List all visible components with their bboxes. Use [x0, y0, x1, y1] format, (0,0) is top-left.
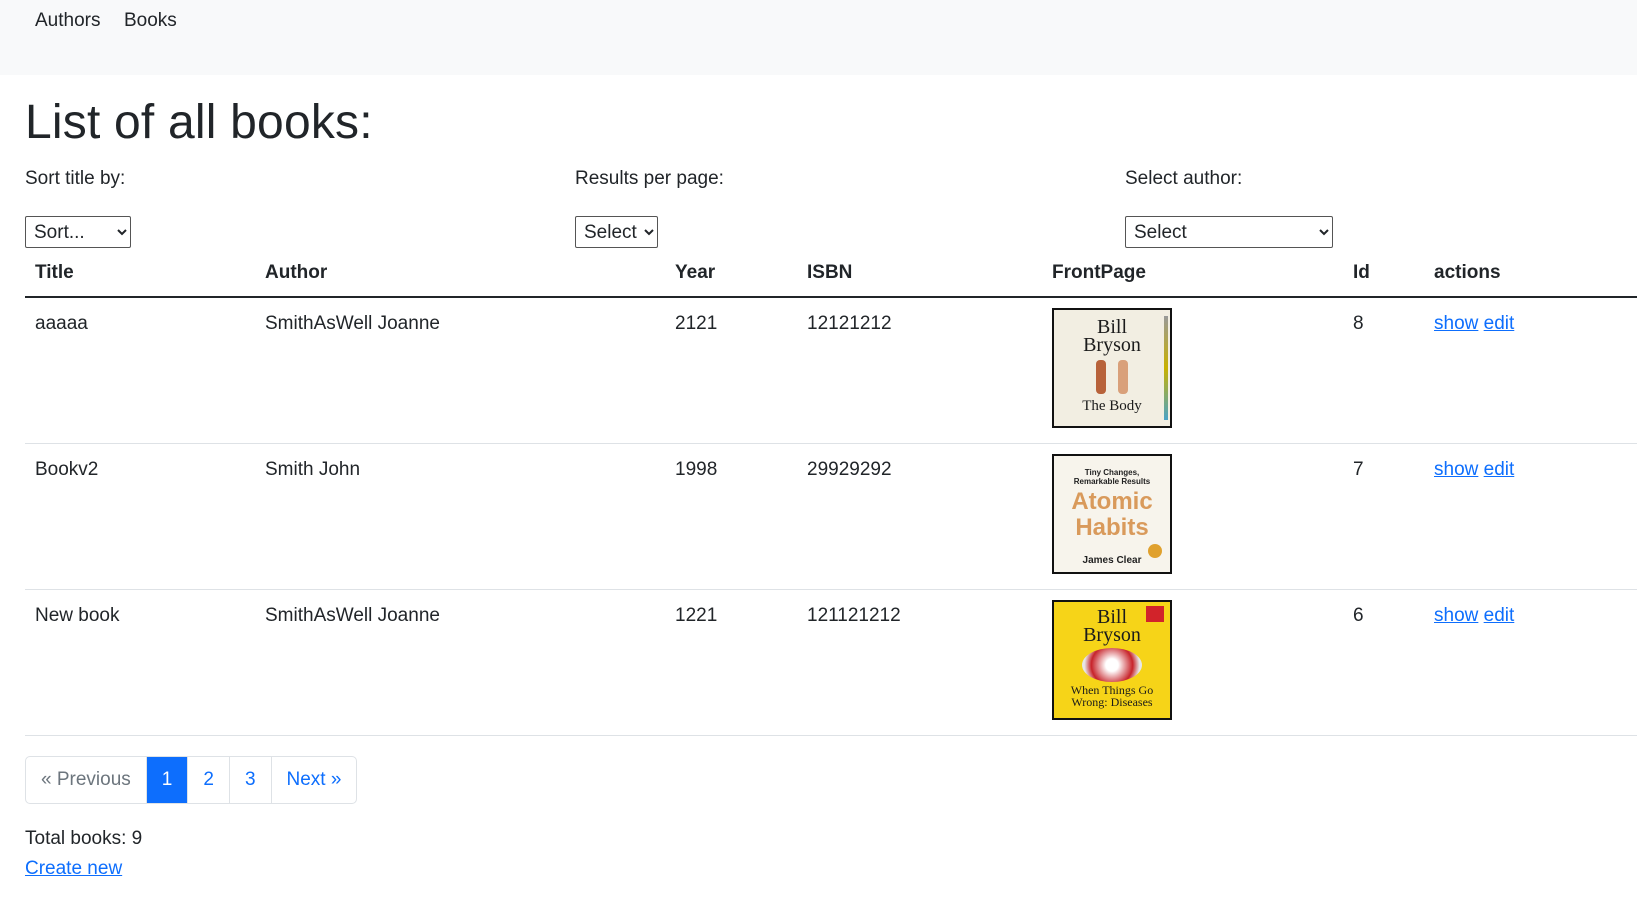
cell-isbn: 121121212 — [807, 605, 901, 626]
cover-title-second: Habits — [1075, 514, 1149, 541]
sort-label: Sort title by: — [25, 168, 126, 189]
edit-link[interactable]: edit — [1484, 313, 1515, 334]
page-3-button[interactable]: 3 — [230, 757, 272, 803]
show-link[interactable]: show — [1434, 459, 1478, 480]
row-divider — [25, 735, 1637, 736]
create-new-link[interactable]: Create new — [25, 858, 122, 880]
cover-author-last: Bryson — [1083, 624, 1141, 646]
cover-title: When Things Go Wrong: Diseases — [1070, 683, 1154, 709]
col-header-frontpage: FrontPage — [1052, 262, 1146, 283]
row-divider — [25, 443, 1637, 444]
show-link[interactable]: show — [1434, 313, 1478, 334]
per-page-select[interactable]: Select — [575, 216, 658, 248]
edit-link[interactable]: edit — [1484, 605, 1515, 626]
cover-author: James Clear — [1082, 555, 1142, 566]
author-select[interactable]: Select — [1125, 216, 1333, 248]
cell-id: 6 — [1353, 605, 1364, 626]
cell-author: SmithAsWell Joanne — [265, 605, 440, 626]
row-divider — [25, 589, 1637, 590]
page-2-button[interactable]: 2 — [188, 757, 230, 803]
col-header-id: Id — [1353, 262, 1370, 283]
row-actions: show edit — [1434, 313, 1514, 335]
next-page-button[interactable]: Next » — [272, 757, 357, 803]
nav-books-link[interactable]: Books — [124, 10, 177, 32]
edit-link[interactable]: edit — [1484, 459, 1515, 480]
row-actions: show edit — [1434, 605, 1514, 627]
cell-author: Smith John — [265, 459, 361, 480]
cell-id: 7 — [1353, 459, 1364, 480]
cell-title: Bookv2 — [35, 459, 99, 480]
previous-page-button[interactable]: « Previous — [26, 757, 147, 803]
sort-select[interactable]: Sort... — [25, 216, 131, 248]
cell-id: 8 — [1353, 313, 1364, 334]
virus-icon — [1082, 648, 1142, 682]
col-header-author: Author — [265, 262, 328, 283]
cover-title: The Body — [1082, 398, 1142, 414]
per-page-label: Results per page: — [575, 168, 724, 189]
col-header-title: Title — [35, 262, 74, 283]
cell-year: 1998 — [675, 459, 718, 480]
pagination: « Previous 1 2 3 Next » — [25, 756, 358, 804]
cover-title-first: Atomic — [1071, 488, 1153, 515]
top-navbar: Authors Books — [0, 0, 1637, 75]
cell-title: New book — [35, 605, 120, 626]
row-actions: show edit — [1434, 459, 1514, 481]
cover-tagline: Tiny Changes, Remarkable Results — [1073, 468, 1151, 486]
book-cover-image: Tiny Changes, Remarkable Results Atomic … — [1052, 454, 1172, 574]
book-cover-image: Bill Bryson When Things Go Wrong: Diseas… — [1052, 600, 1172, 720]
table-header-divider — [25, 296, 1637, 298]
show-link[interactable]: show — [1434, 605, 1478, 626]
page-1-button[interactable]: 1 — [146, 757, 189, 803]
total-books: Total books: 9 — [25, 828, 143, 849]
cell-year: 2121 — [675, 313, 718, 334]
col-header-isbn: ISBN — [807, 262, 853, 283]
book-cover-image: Bill Bryson The Body — [1052, 308, 1172, 428]
cell-isbn: 12121212 — [807, 313, 892, 334]
cell-year: 1221 — [675, 605, 718, 626]
cover-author-last: Bryson — [1083, 334, 1141, 356]
cover-figures-icon — [1054, 360, 1170, 394]
page-title: List of all books: — [25, 96, 373, 149]
nav-authors-link[interactable]: Authors — [35, 10, 100, 32]
cell-author: SmithAsWell Joanne — [265, 313, 440, 334]
cell-title: aaaaa — [35, 313, 88, 334]
col-header-actions: actions — [1434, 262, 1501, 283]
author-filter-label: Select author: — [1125, 168, 1243, 189]
cell-isbn: 29929292 — [807, 459, 892, 480]
col-header-year: Year — [675, 262, 716, 283]
